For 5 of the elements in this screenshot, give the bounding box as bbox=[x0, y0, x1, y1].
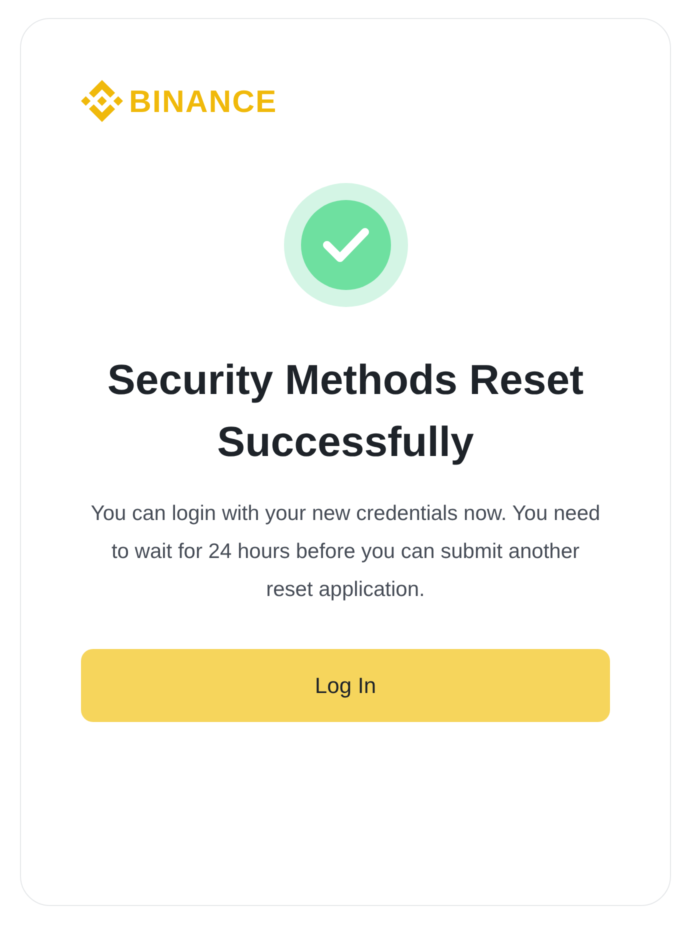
logo-icon bbox=[81, 80, 123, 122]
login-button[interactable]: Log In bbox=[81, 649, 610, 722]
brand-name: BINANCE bbox=[129, 86, 278, 116]
title: Security Methods Reset Successfully bbox=[106, 355, 585, 467]
message: You can login with your new credentials now. You need to wait for 24 hours before you can submit another reset application. bbox=[90, 501, 602, 603]
